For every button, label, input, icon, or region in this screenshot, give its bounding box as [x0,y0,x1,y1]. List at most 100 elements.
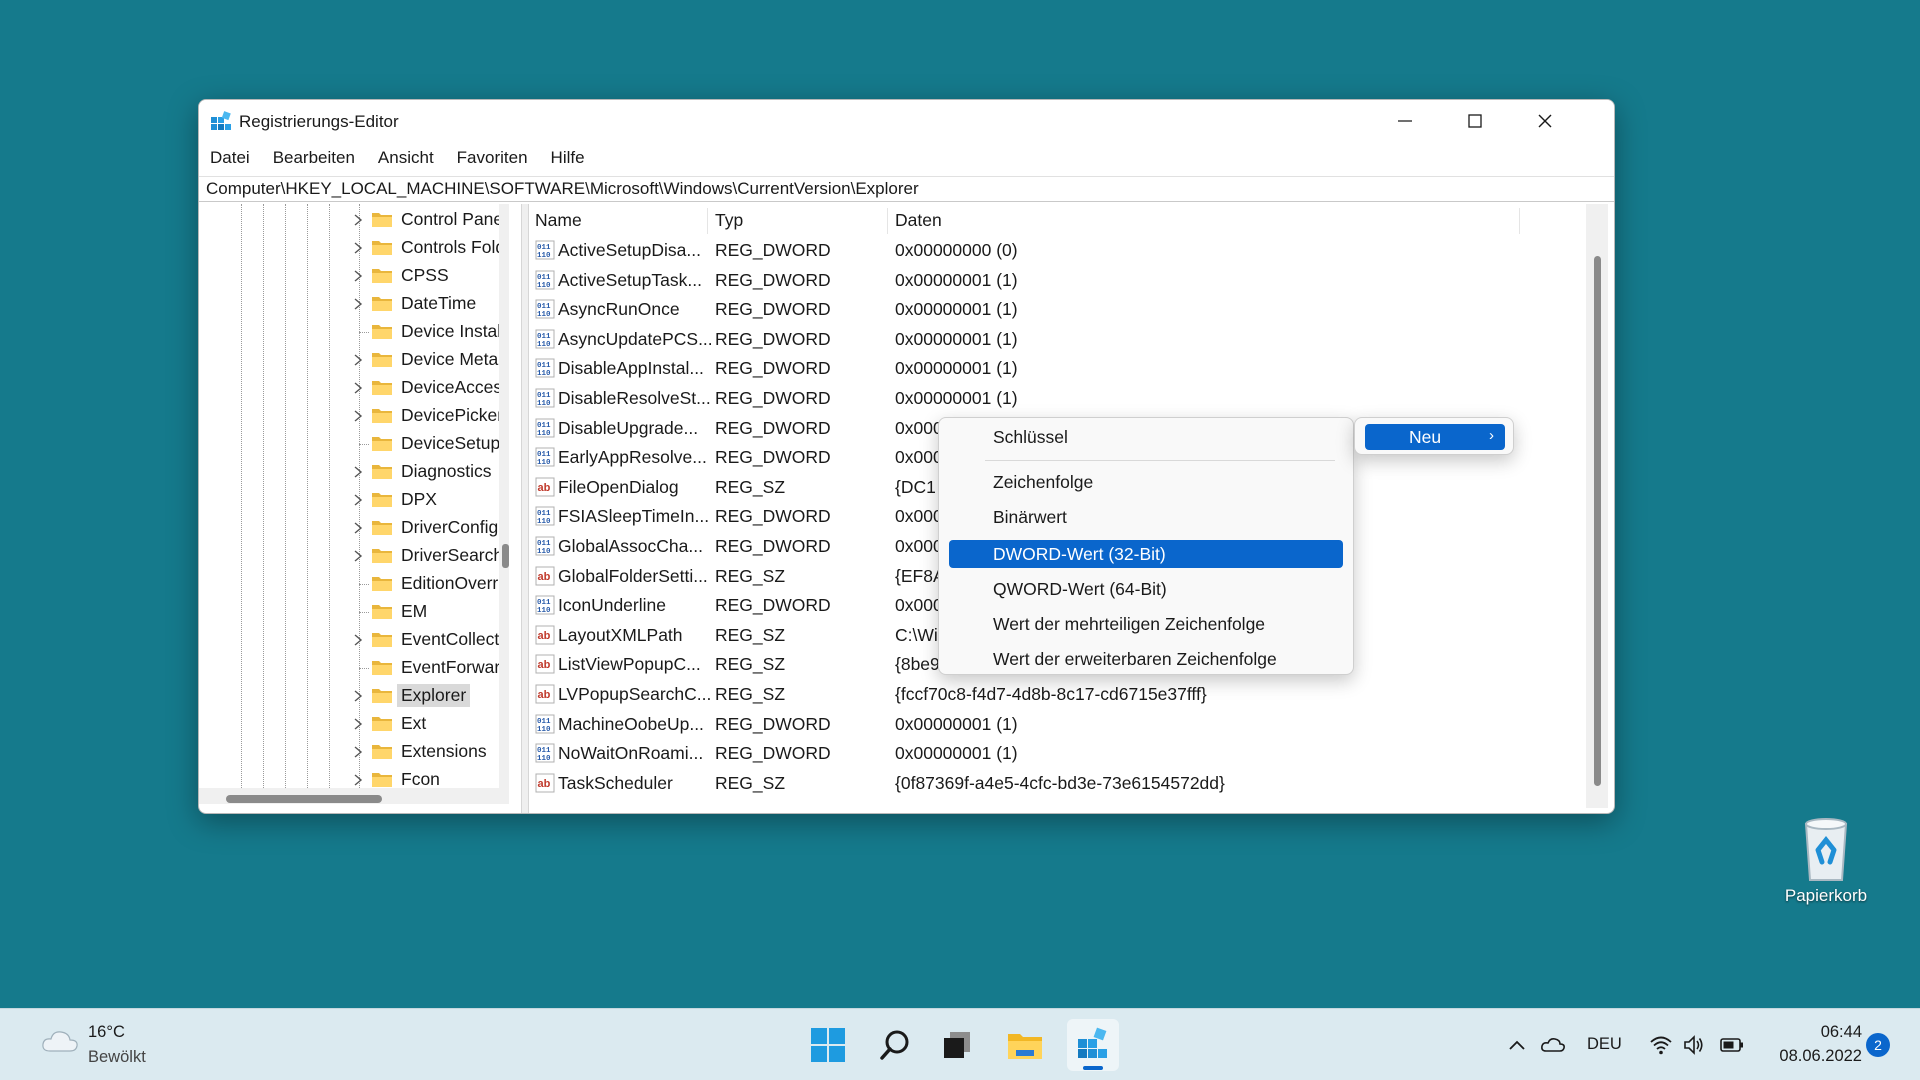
weather-temperature[interactable]: 16°C [88,1023,125,1042]
clock-date[interactable]: 08.06.2022 [1756,1047,1862,1066]
chevron-right-icon[interactable] [352,381,364,395]
value-row[interactable]: 011 110 NoWaitOnRoami... REG_DWORD 0x0000000… [529,739,1589,768]
weather-description[interactable]: Bewölkt [88,1048,146,1067]
tree-item[interactable]: Control Panel [199,206,507,234]
value-row[interactable]: 011 110 DisableAppInstal... REG_DWORD 0x0000… [529,354,1589,383]
tree-item[interactable]: Ext [199,710,499,738]
submenu-item[interactable]: Zeichenfolge [949,468,1343,496]
tree-item[interactable]: DeviceAccess [199,374,509,402]
value-row[interactable]: 011 110 DisableResolveSt... REG_DWORD 0x0000… [529,384,1589,413]
value-row[interactable]: 011 110 MachineOobeUp... REG_DWORD 0x0000000… [529,710,1589,739]
tree-item[interactable]: DPX [199,486,499,514]
address-bar[interactable]: Computer\HKEY_LOCAL_MACHINE\SOFTWARE\Mic… [199,176,1614,202]
list-vertical-scrollbar[interactable] [1586,204,1608,808]
submenu-item[interactable]: QWORD-Wert (64-Bit) [949,575,1343,603]
start-button[interactable] [802,1019,854,1071]
tree-item[interactable]: Device Metadata [199,346,509,374]
column-header-data[interactable]: Daten [895,210,942,231]
regedit-taskbar-button[interactable] [1067,1019,1119,1071]
value-row[interactable]: 011 110 AsyncUpdatePCS... REG_DWORD 0x000000… [529,325,1589,354]
value-row[interactable]: 011 110 ActiveSetupTask... REG_DWORD 0x00000… [529,266,1589,295]
tree-horizontal-scroll-thumb[interactable] [226,795,382,803]
chevron-right-icon[interactable] [352,297,364,311]
column-header-name[interactable]: Name [535,210,582,231]
key-tree[interactable]: Control Panel Controls Folder CPSS DateTime… [199,204,509,804]
tree-item[interactable]: Extensions [199,738,499,766]
chevron-right-icon[interactable] [352,241,364,255]
tree-item[interactable]: EditionOverrides [199,570,509,598]
minimize-button[interactable] [1370,100,1440,142]
input-language[interactable]: DEU [1587,1035,1622,1054]
chevron-up-icon[interactable] [1504,1032,1530,1058]
column-separator[interactable] [887,208,888,234]
tree-item[interactable]: Controls Folder [199,234,509,262]
chevron-right-icon[interactable] [352,465,364,479]
pane-splitter[interactable] [521,204,529,813]
file-explorer-button[interactable] [999,1019,1051,1071]
value-type: REG_DWORD [715,269,831,290]
tree-item[interactable]: DriverSearching [199,542,509,570]
tree-vertical-scrollbar[interactable] [499,204,509,804]
value-row[interactable]: 011 110 ActiveSetupDisa... REG_DWORD 0x00000… [529,236,1589,265]
value-row[interactable]: ab LVPopupSearchC... REG_SZ {fccf70c8-f4d7-… [529,680,1589,709]
tree-item[interactable]: DeviceSetup [199,430,500,458]
chevron-right-icon[interactable] [352,773,364,787]
menu-item-new[interactable]: Neu › [1365,424,1505,450]
tree-item[interactable]: DevicePicker [199,402,503,430]
task-view-icon [944,1032,970,1058]
chevron-right-icon[interactable] [352,493,364,507]
tree-item[interactable]: EM [199,598,499,626]
search-button[interactable] [869,1019,921,1071]
title-bar[interactable]: Registrierungs-Editor [199,100,1614,142]
menu-bearbeiten[interactable]: Bearbeiten [262,144,367,172]
chevron-right-icon[interactable] [352,689,364,703]
tree-item[interactable]: EventCollector [199,626,509,654]
chevron-right-icon[interactable] [352,717,364,731]
chevron-right-icon[interactable] [352,745,364,759]
menu-ansicht[interactable]: Ansicht [367,144,446,172]
value-row[interactable]: ab TaskScheduler REG_SZ {0f87369f-a4e5-4cfc… [529,769,1589,798]
wifi-icon[interactable] [1648,1032,1674,1058]
clock-time[interactable]: 06:44 [1766,1023,1862,1042]
tree-vertical-scroll-thumb[interactable] [502,544,509,568]
svg-text:011: 011 [537,274,551,282]
submenu-item[interactable]: DWORD-Wert (32-Bit) [949,540,1343,568]
battery-icon[interactable] [1719,1032,1745,1058]
menu-item-key[interactable]: Schlüssel [949,423,1343,451]
tree-item[interactable]: CPSS [199,262,499,290]
chevron-right-icon[interactable] [352,353,364,367]
volume-icon[interactable] [1681,1032,1707,1058]
value-row[interactable]: 011 110 AsyncRunOnce REG_DWORD 0x00000001 (1… [529,295,1589,324]
maximize-button[interactable] [1440,100,1510,142]
onedrive-cloud-icon[interactable] [1540,1032,1566,1058]
chevron-right-icon[interactable] [352,521,364,535]
chevron-right-icon[interactable] [352,269,364,283]
close-button[interactable] [1510,100,1580,142]
submenu-item[interactable]: Binärwert [949,503,1343,531]
tree-item[interactable]: EventForwarding [199,654,509,682]
chevron-right-icon[interactable] [352,409,364,423]
cloud-icon[interactable] [40,1025,80,1055]
tree-item[interactable]: Device Installer [199,318,509,346]
tree-item[interactable]: Explorer [199,682,499,710]
tree-item[interactable]: DateTime [199,290,499,318]
submenu-item[interactable]: Wert der mehrteiligen Zeichenfolge [949,610,1343,638]
chevron-right-icon[interactable] [352,213,364,227]
chevron-right-icon[interactable] [352,549,364,563]
tree-item[interactable]: DriverConfig [199,514,499,542]
folder-icon [372,633,392,647]
recycle-bin-label[interactable]: Papierkorb [1776,886,1876,906]
tree-horizontal-scrollbar[interactable] [199,788,499,804]
chevron-right-icon[interactable] [352,633,364,647]
menu-datei[interactable]: Datei [199,144,262,172]
column-separator[interactable] [707,208,708,234]
column-separator[interactable] [1519,208,1520,234]
submenu-item[interactable]: Wert der erweiterbaren Zeichenfolge [949,645,1343,673]
list-vertical-scroll-thumb[interactable] [1594,256,1601,786]
menu-favoriten[interactable]: Favoriten [446,144,540,172]
notification-badge[interactable]: 2 [1866,1033,1890,1057]
column-header-type[interactable]: Typ [715,210,743,231]
menu-hilfe[interactable]: Hilfe [540,144,597,172]
tree-item[interactable]: Diagnostics [199,458,499,486]
task-view-button[interactable] [931,1019,983,1071]
